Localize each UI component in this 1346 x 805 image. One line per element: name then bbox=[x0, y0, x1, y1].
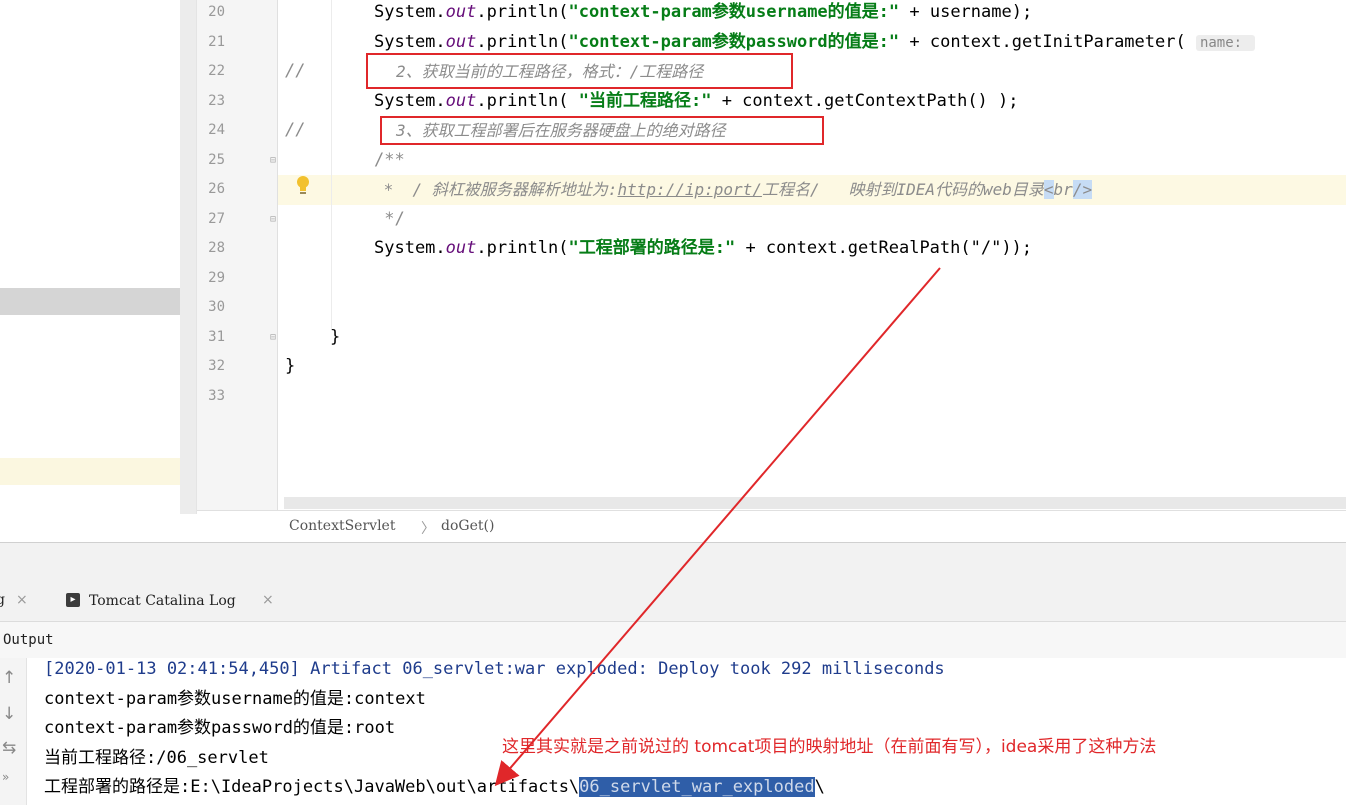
breadcrumb-class[interactable]: ContextServlet bbox=[289, 518, 395, 534]
line-number: 28 bbox=[208, 240, 225, 256]
project-panel-scrollbar[interactable] bbox=[180, 0, 196, 514]
breadcrumb: ContextServlet 〉 doGet() bbox=[197, 510, 1346, 543]
arrow-up-icon[interactable]: ↑ bbox=[2, 668, 16, 688]
tab-tomcat-catalina-log[interactable]: Tomcat Catalina Log bbox=[89, 593, 236, 609]
comment-slash: // bbox=[285, 120, 306, 140]
line-number: 29 bbox=[208, 269, 225, 286]
output-header: Output bbox=[0, 622, 1346, 659]
red-highlight-box bbox=[366, 53, 793, 89]
line-number: 27 bbox=[208, 210, 225, 227]
line-number: 24 bbox=[208, 122, 225, 138]
breadcrumb-separator: 〉 bbox=[421, 521, 435, 537]
panel-divider[interactable] bbox=[0, 542, 1346, 581]
fold-marker-icon[interactable]: ⊟ bbox=[270, 156, 280, 166]
line-number: 23 bbox=[208, 92, 225, 109]
code-line-31[interactable]: } bbox=[330, 323, 340, 353]
console-toolbar: ↑ ↓ ⇆ » bbox=[0, 658, 27, 805]
line-number: 30 bbox=[208, 299, 225, 315]
code-line-28[interactable]: System.out.println("工程部署的路径是:" + context… bbox=[374, 234, 1032, 264]
line-number: 33 bbox=[208, 387, 225, 404]
output-label[interactable]: Output bbox=[3, 632, 54, 648]
line-number: 31 bbox=[208, 328, 225, 345]
code-line-25[interactable]: /** bbox=[374, 146, 405, 176]
indent-guide bbox=[331, 0, 332, 330]
fold-marker-icon[interactable]: ⊟ bbox=[270, 215, 280, 225]
console-line: context-param参数password的值是:root bbox=[44, 718, 396, 738]
comment-slash: // bbox=[285, 61, 306, 81]
run-tool-window-tabs: g × ▸ Tomcat Catalina Log × bbox=[0, 581, 1346, 622]
code-line-20[interactable]: System.out.println("context-param参数usern… bbox=[374, 0, 1032, 28]
line-number: 32 bbox=[208, 358, 225, 374]
selected-text[interactable]: 06_servlet_war_exploded bbox=[579, 777, 815, 797]
line-number: 21 bbox=[208, 33, 225, 50]
code-line-32[interactable]: } bbox=[285, 352, 295, 382]
editor-horizontal-scrollbar[interactable] bbox=[284, 497, 1346, 509]
line-number: 22 bbox=[208, 63, 225, 79]
more-icon[interactable]: » bbox=[2, 770, 9, 784]
project-tree-selected-row[interactable] bbox=[0, 288, 180, 315]
lightbulb-icon[interactable] bbox=[296, 175, 310, 195]
console-line: 工程部署的路径是:E:\IdeaProjects\JavaWeb\out\art… bbox=[44, 777, 825, 797]
line-number: 20 bbox=[208, 4, 225, 20]
tab-previous-label[interactable]: g bbox=[0, 592, 5, 608]
console-line: context-param参数username的值是:context bbox=[44, 689, 426, 709]
line-number: 25 bbox=[208, 151, 225, 168]
soft-wrap-icon[interactable]: ⇆ bbox=[2, 738, 16, 758]
console-line: [2020-01-13 02:41:54,450] Artifact 06_se… bbox=[44, 659, 945, 679]
red-highlight-box bbox=[380, 116, 824, 145]
code-line-23[interactable]: System.out.println( "当前工程路径:" + context.… bbox=[374, 87, 1019, 117]
line-number: 26 bbox=[208, 181, 225, 197]
code-line-26[interactable]: * / 斜杠被服务器解析地址为:http://ip:port/工程名/ 映射到I… bbox=[374, 175, 1093, 205]
project-panel bbox=[0, 0, 197, 514]
code-line-27[interactable]: */ bbox=[374, 205, 404, 235]
breadcrumb-method[interactable]: doGet() bbox=[441, 518, 494, 534]
close-icon[interactable]: × bbox=[16, 592, 28, 608]
project-tree-highlight-row[interactable] bbox=[0, 458, 196, 485]
close-icon[interactable]: × bbox=[262, 592, 274, 608]
parameter-hint: name: bbox=[1195, 34, 1255, 51]
fold-marker-icon[interactable]: ⊟ bbox=[270, 333, 280, 343]
terminal-icon: ▸ bbox=[66, 593, 80, 607]
annotation-text: 这里其实就是之前说过的 tomcat项目的映射地址（在前面有写），idea采用了… bbox=[502, 737, 1157, 757]
arrow-down-icon[interactable]: ↓ bbox=[2, 704, 16, 724]
console-line: 当前工程路径:/06_servlet bbox=[44, 748, 269, 768]
